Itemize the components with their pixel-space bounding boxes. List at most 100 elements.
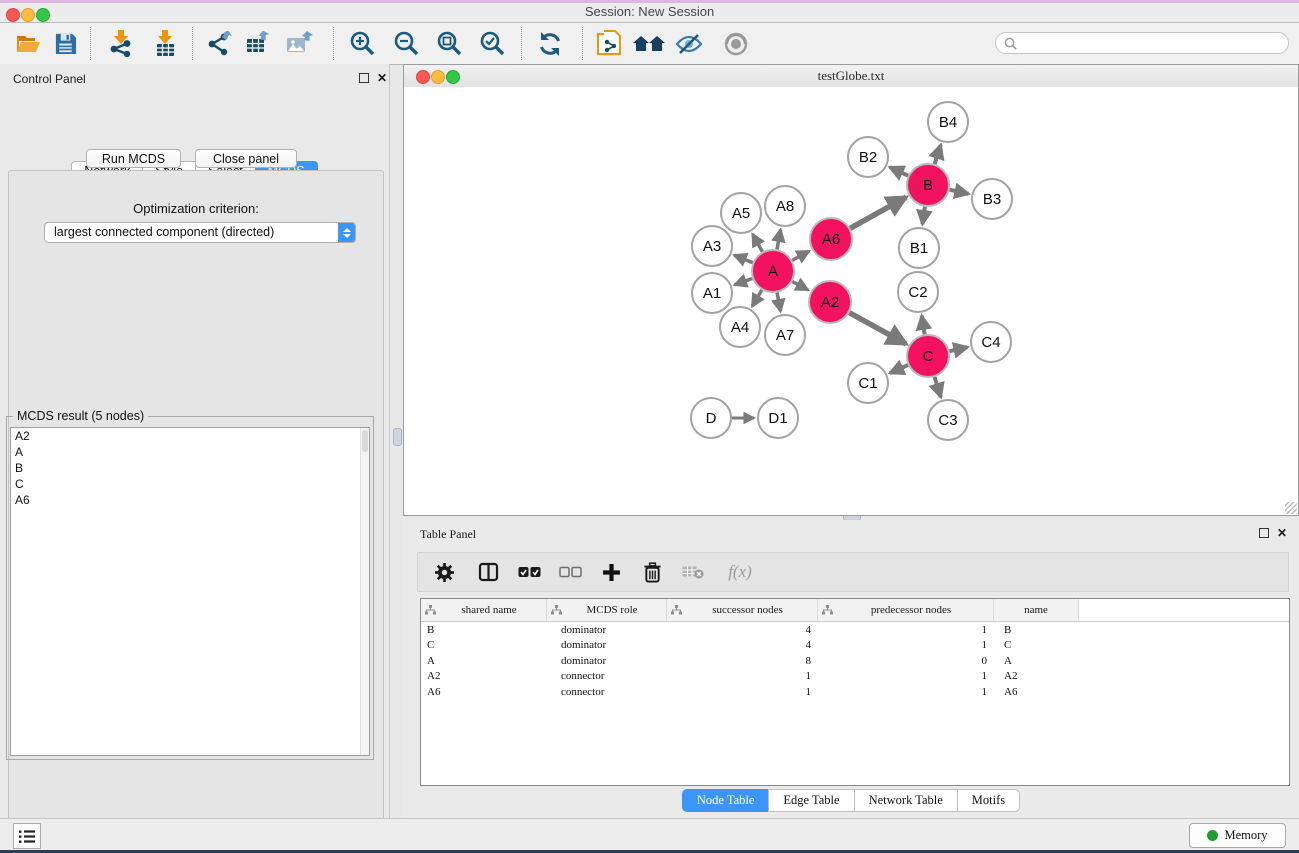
save-session-button[interactable]: [50, 28, 80, 59]
table-cell: A2: [421, 670, 547, 682]
table-row[interactable]: A2connector11A2: [421, 669, 1289, 685]
mcds-result-item[interactable]: A6: [11, 492, 369, 508]
edge-A6-B[interactable]: [850, 197, 906, 228]
edge-A-A3[interactable]: [734, 255, 752, 263]
close-panel-button[interactable]: Close panel: [195, 149, 297, 168]
edge-A-A2[interactable]: [792, 282, 808, 291]
main-titlebar: Session: New Session: [0, 3, 1299, 23]
deselect-all-button[interactable]: [558, 560, 582, 584]
first-neighbors-button[interactable]: [632, 28, 666, 59]
table-row[interactable]: Adominator80A: [421, 653, 1289, 669]
table-options-button[interactable]: [432, 560, 456, 584]
mcds-result-item[interactable]: A: [11, 444, 369, 460]
zoom-selected-button[interactable]: [477, 28, 507, 59]
memory-button[interactable]: Memory: [1189, 823, 1286, 848]
column-header-MCDS-role[interactable]: MCDS role: [547, 599, 667, 621]
export-image-button[interactable]: [284, 28, 314, 59]
delete-columns-button[interactable]: [640, 560, 664, 584]
table-float-panel-icon[interactable]: [1259, 528, 1269, 538]
column-header-successor-nodes[interactable]: successor nodes: [667, 599, 818, 621]
table-cell: 1: [818, 686, 994, 698]
column-header-predecessor-nodes[interactable]: predecessor nodes: [818, 599, 994, 621]
open-session-button[interactable]: [13, 28, 43, 59]
zoom-in-button[interactable]: [347, 28, 377, 59]
show-graphics-details-button[interactable]: [721, 28, 751, 59]
edge-A-A6[interactable]: [792, 251, 809, 260]
status-bar: Memory: [0, 818, 1299, 850]
export-table-button[interactable]: [243, 28, 273, 59]
table-cell: C: [421, 639, 547, 651]
column-visibility-button[interactable]: [476, 560, 500, 584]
column-header-shared-name[interactable]: shared name: [421, 599, 547, 621]
mcds-result-item[interactable]: C: [11, 476, 369, 492]
export-network-icon: [207, 31, 234, 57]
float-panel-icon[interactable]: [359, 73, 369, 83]
result-scrollbar[interactable]: [360, 428, 369, 755]
edge-A-A1[interactable]: [735, 278, 753, 284]
node-label-A4: A4: [731, 319, 749, 336]
table-close-panel-icon[interactable]: ✕: [1277, 528, 1287, 538]
edge-B-B2[interactable]: [890, 167, 908, 176]
tab-network-table[interactable]: Network Table: [854, 789, 958, 812]
show-panels-button[interactable]: [13, 823, 41, 849]
mcds-result-item[interactable]: B: [11, 460, 369, 476]
select-all-button[interactable]: [517, 560, 541, 584]
network-canvas[interactable]: AA1A2A3A4A5A6A7A8BB1B2B3B4CC1C2C3C4DD1: [404, 87, 1298, 515]
edge-C-C3[interactable]: [935, 377, 941, 397]
trash-icon: [643, 562, 662, 583]
network-window-titlebar[interactable]: testGlobe.txt: [404, 65, 1298, 88]
edge-B-B4[interactable]: [935, 145, 941, 164]
table-row[interactable]: Bdominator41B: [421, 622, 1289, 638]
delete-table-button[interactable]: [681, 560, 705, 584]
optimization-criterion-select[interactable]: largest connected component (directed): [44, 222, 356, 243]
node-attribute-table[interactable]: shared nameMCDS rolesuccessor nodesprede…: [420, 598, 1290, 786]
edge-C-C4[interactable]: [949, 347, 967, 351]
node-label-B: B: [923, 177, 933, 194]
close-panel-icon[interactable]: ✕: [377, 73, 387, 83]
zoom-fit-button[interactable]: [434, 28, 464, 59]
mcds-result-item[interactable]: A2: [11, 428, 369, 444]
node-label-B3: B3: [983, 191, 1001, 208]
mcds-result-list[interactable]: A2ABCA6: [10, 427, 370, 756]
column-type-icon: [822, 605, 833, 615]
column-type-icon: [551, 605, 562, 615]
export-table-icon: [245, 31, 272, 57]
edge-A-A4[interactable]: [752, 290, 762, 306]
tab-node-table[interactable]: Node Table: [682, 789, 770, 812]
column-header-name[interactable]: name: [994, 599, 1079, 621]
toolbar-separator: [521, 27, 522, 60]
edge-A2-C[interactable]: [849, 313, 906, 344]
search-input[interactable]: [995, 32, 1289, 54]
edge-A-A8[interactable]: [777, 230, 781, 250]
tab-motifs[interactable]: Motifs: [957, 789, 1020, 812]
node-label-A8: A8: [776, 198, 794, 215]
network-graph[interactable]: AA1A2A3A4A5A6A7A8BB1B2B3B4CC1C2C3C4DD1: [404, 87, 1298, 515]
edge-A-A7[interactable]: [777, 293, 781, 312]
edge-B-B1[interactable]: [922, 207, 924, 224]
edge-A-A5[interactable]: [753, 234, 763, 252]
window-resize-grip[interactable]: [1285, 502, 1297, 514]
export-network-button[interactable]: [205, 28, 235, 59]
hide-graphics-details-button[interactable]: [674, 28, 704, 59]
import-table-button[interactable]: [150, 28, 180, 59]
apply-function-button[interactable]: f(x): [722, 560, 758, 584]
list-icon: [18, 829, 36, 844]
optimization-criterion-label: Optimization criterion:: [9, 201, 383, 216]
table-cell: 4: [667, 639, 818, 651]
run-mcds-button[interactable]: Run MCDS: [86, 149, 181, 168]
tab-edge-table[interactable]: Edge Table: [768, 789, 854, 812]
refresh-button[interactable]: [535, 28, 565, 59]
table-row[interactable]: Cdominator41C: [421, 638, 1289, 654]
import-network-button[interactable]: [106, 28, 136, 59]
table-row[interactable]: A6connector11A6: [421, 684, 1289, 700]
new-network-from-selection-button[interactable]: [594, 28, 624, 59]
edge-C-C1[interactable]: [890, 365, 908, 373]
table-cell: C: [994, 639, 1079, 651]
vertical-split-grip[interactable]: [393, 428, 402, 446]
edge-C-C2[interactable]: [922, 316, 925, 335]
zoom-out-button[interactable]: [391, 28, 421, 59]
add-column-button[interactable]: [599, 560, 623, 584]
edge-B-B3[interactable]: [949, 190, 968, 194]
network-view-window: testGlobe.txt AA1A2A3A4A5A6A7A8BB1B2B3B4…: [403, 64, 1299, 516]
mcds-result-group: MCDS result (5 nodes) A2ABCA6: [6, 416, 374, 760]
